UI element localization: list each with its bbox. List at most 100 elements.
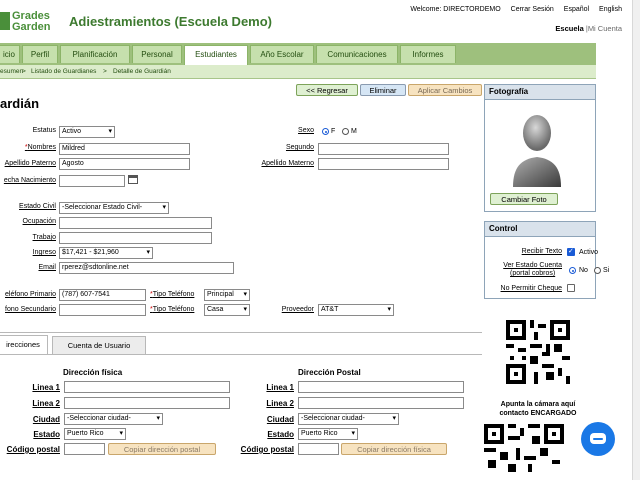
calendar-icon[interactable]	[128, 175, 138, 184]
direccion-postal-title: Dirección Postal	[298, 368, 361, 377]
trabajo-label: Trabajo	[32, 234, 56, 241]
postal-ciudad-select[interactable]: -Seleccionar ciudad-	[298, 413, 399, 425]
tipo-telefono-2-select[interactable]: Casa	[204, 304, 250, 316]
back-button[interactable]: << Regresar	[296, 84, 358, 96]
fisica-linea1-input[interactable]	[64, 381, 230, 393]
recibir-texto-checkbox[interactable]	[567, 247, 575, 256]
nombres-input[interactable]: Mildred	[59, 143, 190, 155]
tab-perfil[interactable]: Perfil	[22, 45, 58, 63]
fisica-estado-select[interactable]: Puerto Rico	[64, 428, 126, 440]
lang-en-link[interactable]: English	[599, 6, 622, 13]
ver-estado-label: Ver Estado Cuenta (portal cobros)	[503, 262, 562, 277]
tab-divider	[0, 354, 482, 355]
si-label: Si	[603, 267, 610, 274]
ocupacion-input[interactable]	[59, 217, 212, 229]
postal-estado-select[interactable]: Puerto Rico	[298, 428, 358, 440]
delete-button[interactable]: Eliminar	[360, 84, 406, 96]
postal-linea2-input[interactable]	[298, 397, 464, 409]
tab-direcciones[interactable]: irecciones	[0, 335, 48, 354]
apply-changes-button[interactable]: Aplicar Cambios	[408, 84, 482, 96]
school-link[interactable]: Escuela	[555, 24, 583, 33]
sexo-f-label: F	[331, 128, 336, 135]
tab-estudiantes[interactable]: Estudiantes	[184, 45, 248, 66]
chat-button[interactable]	[581, 422, 615, 456]
copy-postal-button[interactable]: Copiar dirección postal	[108, 443, 216, 455]
my-account-link[interactable]: Mi Cuenta	[588, 24, 622, 33]
email-input[interactable]: rperez@sdtonline.net	[59, 262, 234, 274]
copy-fisica-button[interactable]: Copiar dirección física	[341, 443, 447, 455]
avatar-silhouette-icon	[513, 115, 561, 187]
sexo-f-radio[interactable]	[322, 128, 329, 135]
scrollbar[interactable]	[632, 0, 640, 480]
postal-linea1-input[interactable]	[298, 381, 464, 393]
sexo-m-radio[interactable]	[342, 128, 349, 135]
trabajo-input[interactable]	[59, 232, 212, 244]
tab-personal[interactable]: Personal	[132, 45, 182, 63]
ocupacion-label: Ocupación	[22, 218, 56, 225]
telefono-primario-label: eléfono Primario	[5, 291, 56, 298]
postal-linea1-label: Linea 1	[266, 383, 294, 392]
tab-comunicaciones[interactable]: Comunicaciones	[316, 45, 398, 63]
fisica-codigo-input[interactable]	[64, 443, 105, 455]
activo-label: Activo	[579, 249, 599, 256]
proveedor-select[interactable]: AT&T	[318, 304, 394, 316]
main-nav: icio Perfil Planificación Personal Estud…	[0, 43, 596, 66]
postal-linea2-label: Linea 2	[266, 399, 294, 408]
postal-codigo-input[interactable]	[298, 443, 339, 455]
logo-text-2: Garden	[12, 21, 51, 33]
qr-caption: Apunta la cámara aquí contacto ENCARGADO	[499, 401, 577, 417]
chat-icon	[590, 433, 606, 444]
ver-estado-si-radio[interactable]	[594, 267, 601, 274]
tab-inicio[interactable]: icio	[0, 45, 20, 63]
tipo-telefono-1-select[interactable]: Principal	[204, 289, 250, 301]
qr-code-icon	[506, 320, 570, 384]
segundo-input[interactable]	[318, 143, 449, 155]
logo[interactable]: Grades Garden	[0, 9, 58, 35]
fisica-linea2-input[interactable]	[64, 397, 230, 409]
fecha-nacimiento-label: echa Nacimiento	[3, 177, 56, 184]
apellido-materno-input[interactable]	[318, 158, 449, 170]
tipo-telefono-2-label: *Tipo Teléfono	[150, 306, 195, 313]
breadcrumb-item-detalle: Detalle de Guardián	[113, 68, 171, 75]
direccion-fisica-title: Dirección física	[63, 368, 123, 377]
estado-civil-label: Estado Civil	[19, 203, 56, 210]
no-permitir-cheque-label: No Permitir Cheque	[500, 285, 562, 292]
fisica-ciudad-select[interactable]: -Seleccionar ciudad-	[64, 413, 163, 425]
no-permitir-cheque-checkbox[interactable]	[567, 284, 575, 292]
ingreso-label: Ingreso	[32, 249, 56, 256]
welcome-text: Welcome: DIRECTORDEMO	[410, 6, 501, 13]
postal-codigo-label: Código postal	[240, 445, 294, 454]
fisica-ciudad-label: Ciudad	[32, 415, 60, 424]
postal-ciudad-label: Ciudad	[266, 415, 294, 424]
telefono-secundario-input[interactable]	[59, 304, 146, 316]
logout-link[interactable]: Cerrar Sesión	[511, 6, 554, 13]
lang-es-link[interactable]: Español	[564, 6, 589, 13]
recibir-texto-label: Recibir Texto	[521, 248, 562, 255]
tab-planificacion[interactable]: Planificación	[60, 45, 130, 63]
app-title: Adiestramientos (Escuela Demo)	[69, 14, 273, 29]
page-title: ardián	[0, 96, 40, 111]
apellido-materno-label: Apellido Materno	[261, 160, 314, 167]
tipo-telefono-1-label: *Tipo Teléfono	[150, 291, 195, 298]
qr-code-2-icon	[484, 424, 564, 472]
fisica-estado-label: Estado	[33, 430, 60, 439]
breadcrumb-item-resumen[interactable]: esumen	[0, 65, 23, 78]
estatus-select[interactable]: Activo	[59, 126, 115, 138]
telefono-primario-input[interactable]: (787) 607-7541	[59, 289, 146, 301]
tab-informes[interactable]: Informes	[400, 45, 456, 63]
segundo-label: Segundo	[285, 144, 314, 151]
breadcrumb-item-listado[interactable]: Listado de Guardianes	[31, 65, 96, 78]
ver-estado-no-radio[interactable]	[569, 267, 576, 274]
breadcrumb: esumen > Listado de Guardianes > Detalle…	[0, 65, 596, 79]
fecha-nacimiento-input[interactable]	[59, 175, 125, 187]
ingreso-select[interactable]: $17,421 - $21,960	[59, 247, 153, 259]
photo-panel: Fotografía Cambiar Foto	[484, 84, 596, 212]
logo-mark-icon	[0, 12, 10, 30]
change-photo-button[interactable]: Cambiar Foto	[490, 193, 558, 205]
apellido-paterno-input[interactable]: Agosto	[59, 158, 190, 170]
estado-civil-select[interactable]: -Seleccionar Estado Civil-	[59, 202, 169, 214]
apellido-paterno-label: Apellido Paterno	[4, 160, 56, 167]
estatus-label: Estatus	[32, 127, 56, 134]
tab-ano-escolar[interactable]: Año Escolar	[250, 45, 314, 63]
tab-cuenta-usuario[interactable]: Cuenta de Usuario	[52, 336, 146, 354]
